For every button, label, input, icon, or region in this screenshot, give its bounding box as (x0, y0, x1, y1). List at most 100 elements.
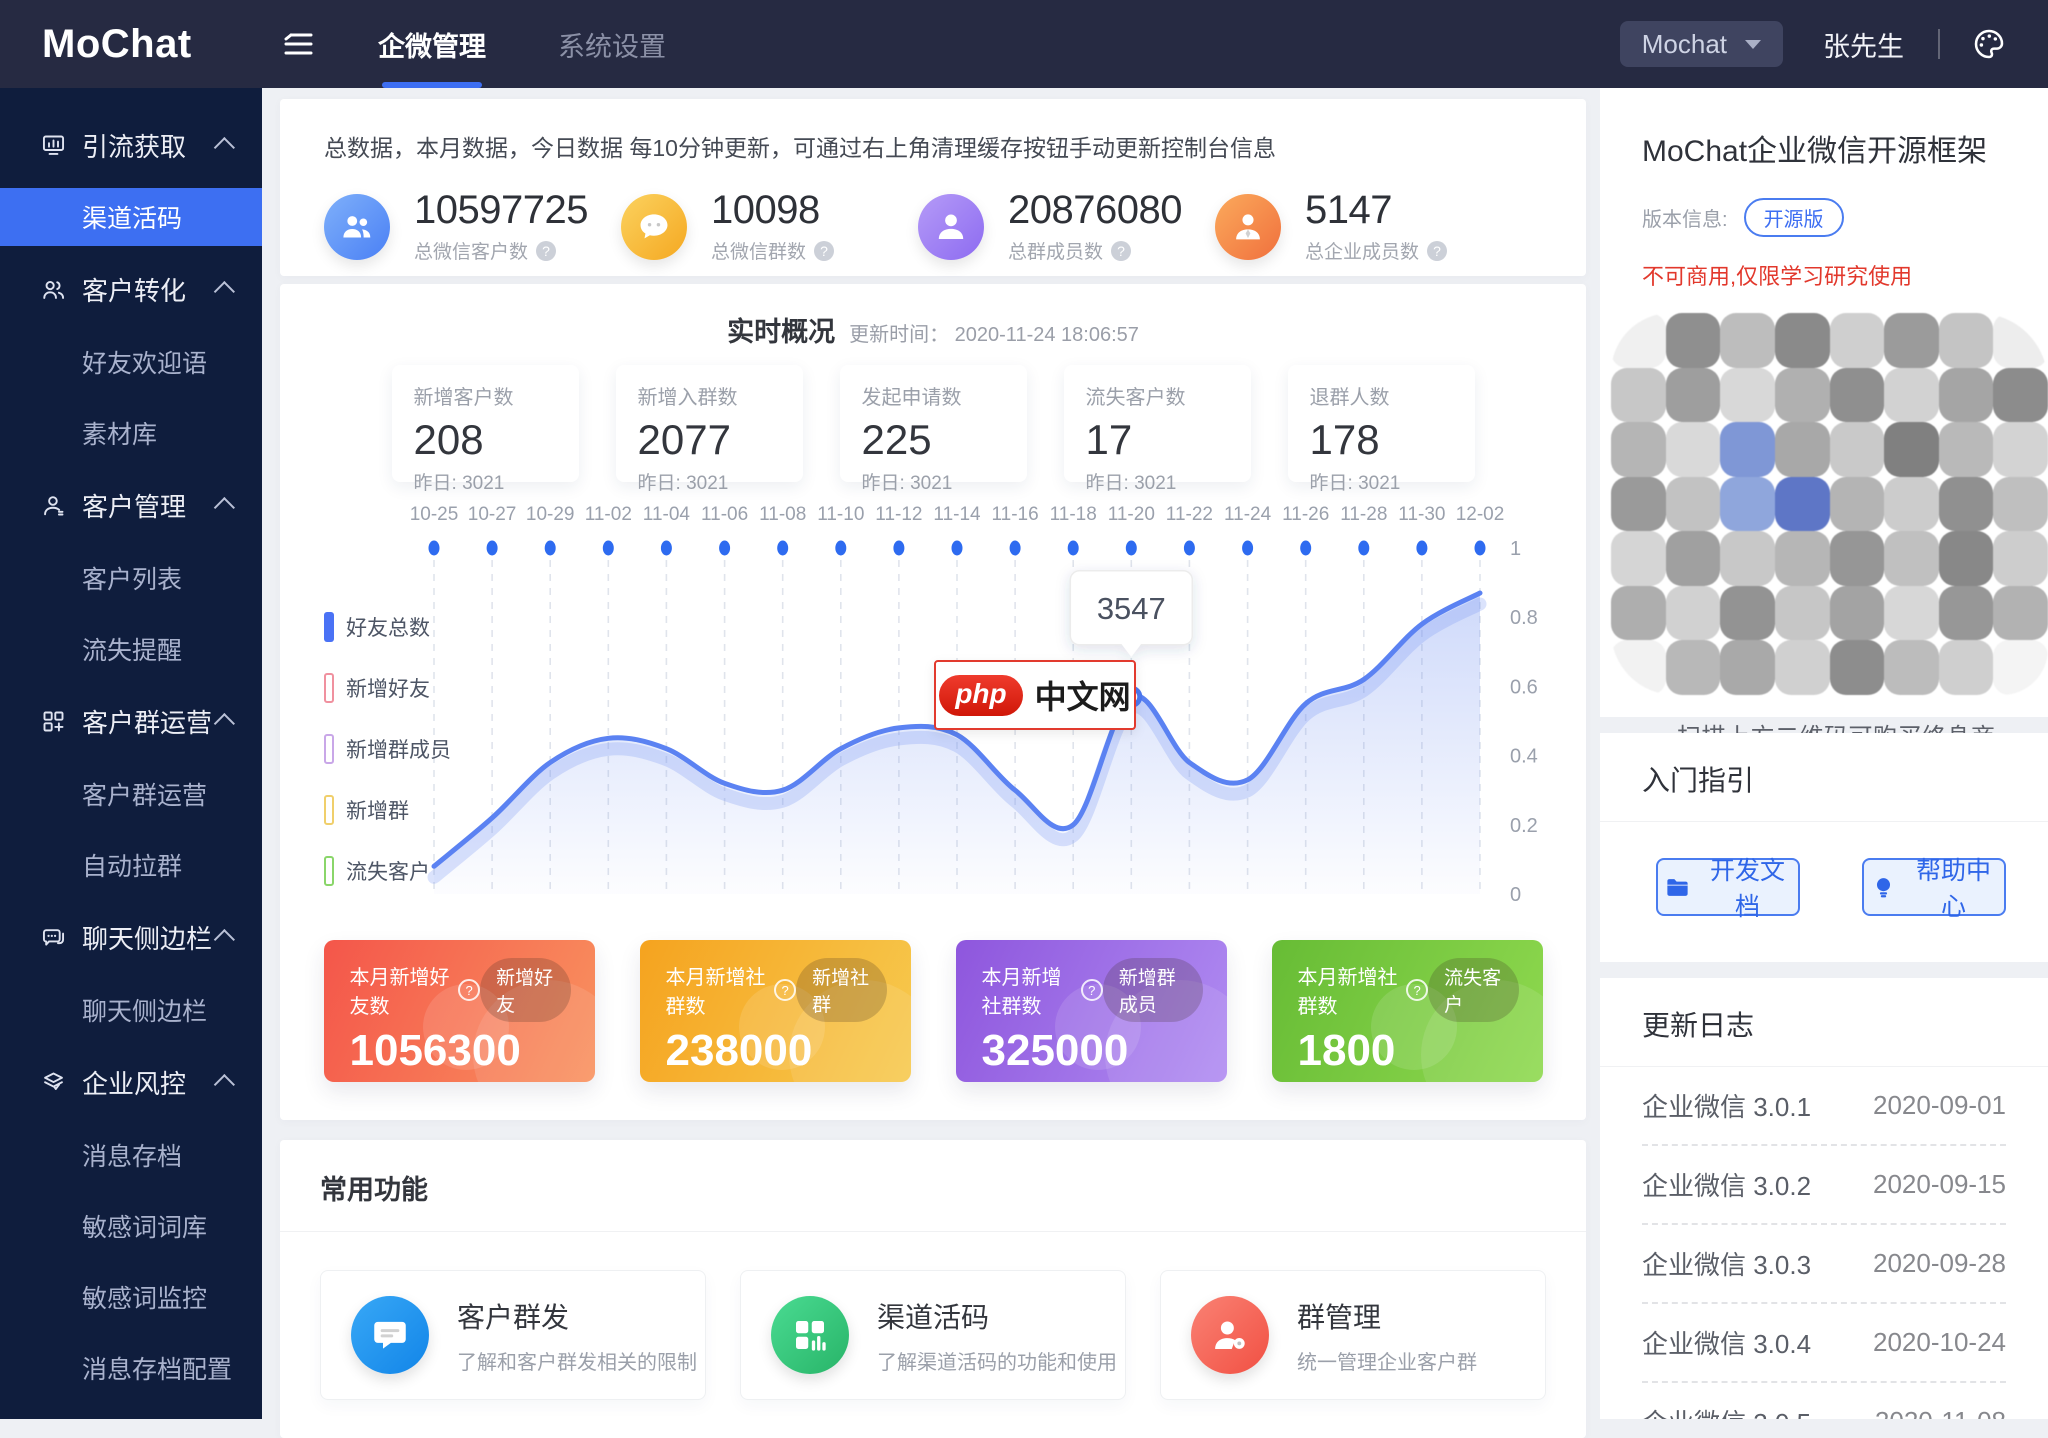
help-icon[interactable] (458, 979, 480, 1001)
sidebar-item-label: 企业风控 (82, 1064, 186, 1101)
top-nav-tab[interactable]: 企微管理 (378, 0, 486, 88)
help-icon[interactable] (814, 241, 834, 261)
sidebar-item[interactable]: 渠道活码 (0, 188, 262, 246)
sidebar-item-label: 引流获取 (82, 127, 186, 164)
sidebar-item-label: 渠道活码 (82, 199, 182, 235)
chevron-up-icon (214, 137, 235, 158)
svg-text:10-27: 10-27 (468, 504, 517, 525)
changelog-section: 更新日志 企业微信 3.0.1 2020-09-01 企业微信 3.0.2 20… (1600, 978, 2048, 1419)
sidebar-item[interactable]: 素材库 (0, 397, 262, 468)
php-logo: php (939, 675, 1022, 716)
users-icon (40, 276, 67, 303)
legend-label: 新增群 (346, 795, 409, 825)
sidebar-item[interactable]: 客户群运营 (0, 684, 262, 758)
changelog-entry: 企业微信 3.0.5 2020-11-08 (1642, 1383, 2006, 1419)
guide-button[interactable]: 帮助中心 (1862, 858, 2006, 916)
changelog-version: 企业微信 3.0.3 (1642, 1245, 1811, 1282)
realtime-mini-card: 新增入群数 2077 昨日: 3021 (616, 365, 803, 482)
sidebar-item[interactable]: 企业风控 (0, 1045, 262, 1119)
legend-item[interactable]: 新增好友 (324, 673, 451, 703)
sidebar-item-label: 自动拉群 (82, 847, 182, 883)
sidebar-item[interactable]: 自动拉群 (0, 829, 262, 900)
overview-stat: 10098 总微信群数 (621, 189, 918, 264)
month-summary-cards: 本月新增好友数 新增好友 1056300 上月累计新增 9650000 本月新增… (322, 940, 1544, 1082)
month-card: 本月新增社群数 新增社群 238000 上月累计新增 362000000 (640, 940, 911, 1082)
mini-card-label: 新增入群数 (638, 381, 803, 410)
overview-stat: 10597725 总微信客户数 (324, 189, 621, 264)
sidebar-item[interactable]: 客户管理 (0, 468, 262, 542)
legend-item[interactable]: 新增群 (324, 795, 451, 825)
tab-label: 系统设置 (558, 25, 666, 64)
legend-item[interactable]: 好友总数 (324, 612, 451, 642)
sidebar-item[interactable]: 好友欢迎语 (0, 326, 262, 397)
feature-card[interactable]: 客户群发 了解和客户群发相关的限制 (320, 1270, 706, 1400)
framework-title: MoChat企业微信开源框架 (1642, 126, 2006, 170)
month-card-value: 325000 (982, 1026, 1203, 1076)
month-card: 本月新增好友数 新增好友 1056300 上月累计新增 9650000 (324, 940, 595, 1082)
svg-text:11-08: 11-08 (759, 504, 806, 525)
theme-palette-icon[interactable] (1970, 25, 2008, 63)
sidebar-item[interactable]: 敏感词词库 (0, 1190, 262, 1261)
changelog-date: 2020-09-01 (1873, 1090, 2006, 1121)
sidebar-item[interactable]: 聊天侧边栏 (0, 900, 262, 974)
guide-button[interactable]: 开发文档 (1656, 858, 1800, 916)
mini-card-value: 178 (1310, 416, 1475, 464)
feature-title: 渠道活码 (877, 1296, 1117, 1336)
version-label: 版本信息: (1642, 203, 1728, 232)
overview-stats: 10597725 总微信客户数 10098 总微信群数 20876080 (324, 189, 1542, 264)
feature-description: 了解渠道活码的功能和使用 (877, 1346, 1117, 1375)
org-selector-dropdown[interactable]: Mochat (1620, 21, 1783, 67)
svg-text:11-30: 11-30 (1398, 504, 1445, 525)
legend-swatch (324, 612, 334, 642)
collapse-menu-icon[interactable] (280, 29, 316, 59)
sidebar-item-label: 客户群运营 (82, 703, 212, 740)
mini-card-value: 2077 (638, 416, 803, 464)
changelog-version: 企业微信 3.0.1 (1642, 1087, 1811, 1124)
realtime-title: 实时概况 (727, 310, 835, 349)
stat-label: 总微信群数 (711, 237, 806, 264)
legend-swatch (324, 795, 334, 825)
sidebar-item[interactable]: 客户群运营 (0, 758, 262, 829)
changelog-title: 更新日志 (1600, 1004, 2048, 1067)
help-icon[interactable] (1406, 979, 1428, 1001)
top-nav-tab[interactable]: 系统设置 (558, 0, 666, 88)
chat2-icon (40, 924, 67, 951)
feature-description: 了解和客户群发相关的限制 (457, 1346, 697, 1375)
license-qr-code (1611, 313, 2048, 695)
help-icon[interactable] (1081, 979, 1103, 1001)
help-icon[interactable] (1427, 241, 1447, 261)
sidebar-item[interactable]: 聊天侧边栏 (0, 974, 262, 1045)
feature-card[interactable]: 群管理 统一管理企业客户群 (1160, 1270, 1546, 1400)
changelog-entry: 企业微信 3.0.4 2020-10-24 (1642, 1304, 2006, 1383)
app-logo: MoChat (0, 22, 262, 67)
sidebar-item[interactable]: 消息存档 (0, 1119, 262, 1190)
changelog-entry: 企业微信 3.0.3 2020-09-28 (1642, 1225, 2006, 1304)
right-panel: MoChat企业微信开源框架 版本信息: 开源版 不可商用,仅限学习研究使用 一… (1600, 88, 2048, 1419)
sidebar-item-label: 敏感词词库 (82, 1208, 207, 1244)
user-icon (40, 492, 67, 519)
chevron-up-icon (214, 1074, 235, 1095)
sidebar-item-label: 消息存档 (82, 1137, 182, 1173)
svg-text:11-14: 11-14 (933, 504, 981, 525)
sidebar-item[interactable]: 引流获取 (0, 108, 262, 182)
legend-item[interactable]: 流失客户 (324, 856, 451, 886)
guide-title: 入门指引 (1600, 759, 2048, 822)
help-icon[interactable] (536, 241, 556, 261)
legend-item[interactable]: 新增群成员 (324, 734, 451, 764)
feature-card[interactable]: 渠道活码 了解渠道活码的功能和使用 (740, 1270, 1126, 1400)
sidebar-item[interactable]: 敏感词监控 (0, 1261, 262, 1332)
sidebar-item[interactable]: 客户转化 (0, 252, 262, 326)
sidebar-item[interactable]: 消息存档配置 (0, 1332, 262, 1403)
sidebar-item[interactable]: 客户列表 (0, 542, 262, 613)
user-name[interactable]: 张先生 (1823, 25, 1904, 64)
sidebar-item-label: 聊天侧边栏 (82, 919, 212, 956)
feature-title: 客户群发 (457, 1296, 697, 1336)
help-icon[interactable] (774, 979, 796, 1001)
help-icon[interactable] (1111, 241, 1131, 261)
month-card-sub-label: 上月累计新增 (982, 1080, 1096, 1082)
sidebar-item-label: 客户列表 (82, 560, 182, 596)
feature-cards: 客户群发 了解和客户群发相关的限制 渠道活码 了解渠道活码的功能和使用 (280, 1232, 1586, 1438)
sidebar-item[interactable]: 流失提醒 (0, 613, 262, 684)
license-warning: 不可商用,仅限学习研究使用 (1642, 259, 2006, 291)
update-time-label: 更新时间： (849, 324, 949, 346)
